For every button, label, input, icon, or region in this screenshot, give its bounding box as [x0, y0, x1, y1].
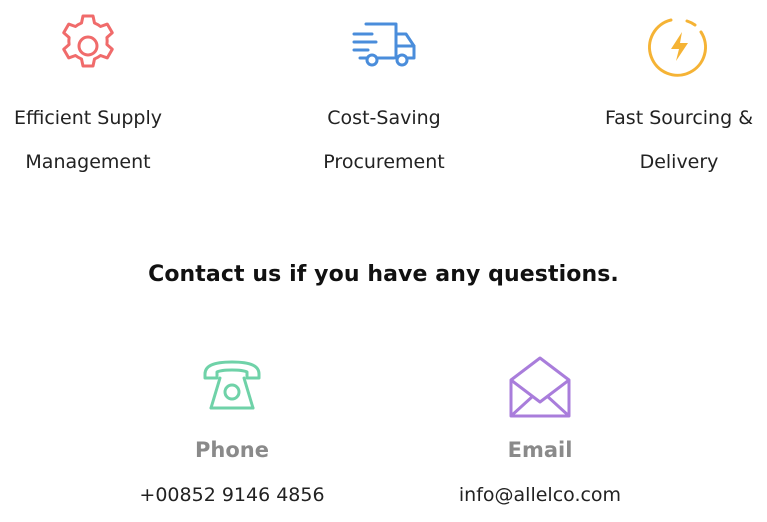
- features-section: Efficient Supply Management Cost-Saving …: [0, 0, 767, 200]
- feature-efficient-supply: Efficient Supply Management: [0, 8, 198, 184]
- contact-phone[interactable]: Phone +00852 9146 4856: [112, 352, 352, 506]
- email-address[interactable]: info@allelco.com: [420, 484, 660, 506]
- envelope-icon: [509, 356, 571, 418]
- feature-label: Fast Sourcing &: [604, 107, 754, 129]
- contact-title: Contact us if you have any questions.: [148, 262, 619, 287]
- feature-label: Management: [25, 151, 151, 173]
- feature-label: Efficient Supply: [13, 107, 163, 129]
- lightning-icon: [648, 18, 707, 77]
- feature-fast-sourcing: Fast Sourcing & Delivery: [569, 8, 767, 184]
- contact-heading: Phone: [195, 438, 269, 462]
- contact-email[interactable]: Email info@allelco.com: [420, 352, 660, 506]
- phone-number[interactable]: +00852 9146 4856: [112, 484, 352, 506]
- telephone-icon: [203, 360, 261, 410]
- gear-icon: [62, 14, 114, 68]
- truck-icon: [352, 22, 416, 67]
- feature-label: Procurement: [323, 151, 445, 173]
- contact-heading: Email: [507, 438, 573, 462]
- feature-label: Cost-Saving: [327, 107, 441, 129]
- feature-cost-saving: Cost-Saving Procurement: [274, 8, 494, 184]
- feature-label: Delivery: [639, 151, 719, 173]
